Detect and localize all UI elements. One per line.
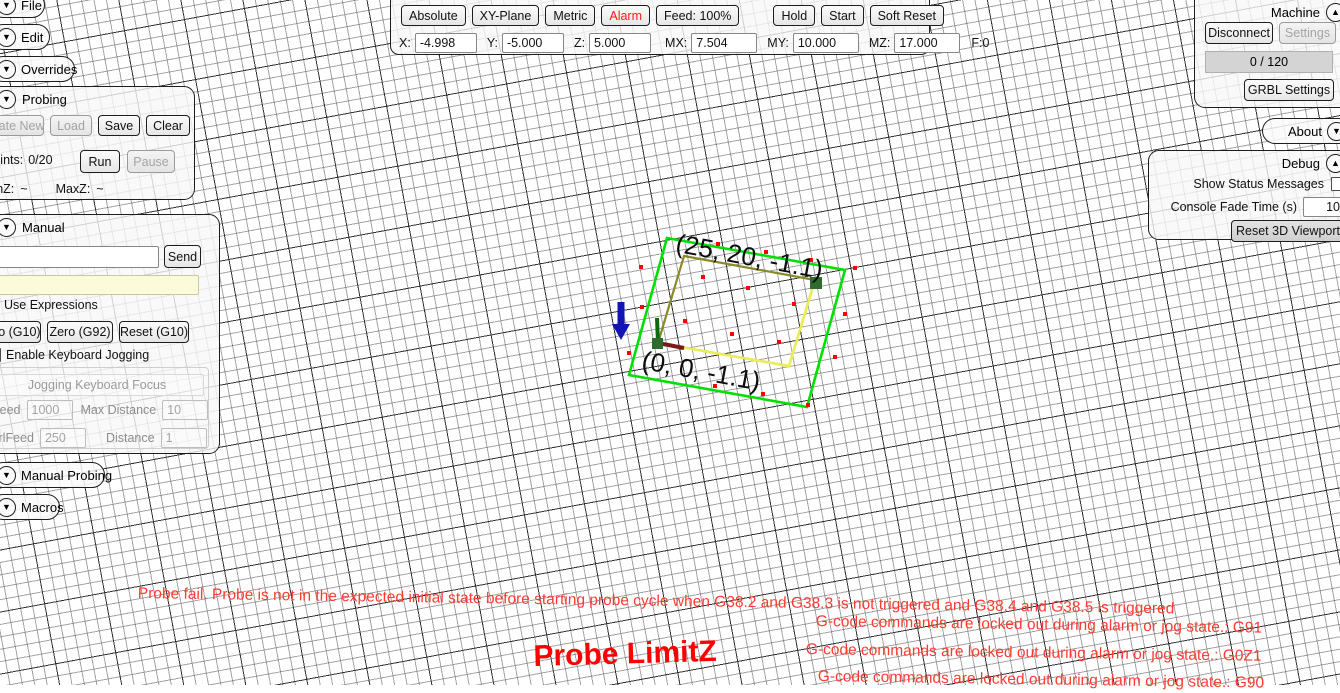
panel-header-about[interactable]: About ▼ [1262,118,1340,144]
minz-label: MinZ: [0,182,15,196]
chevron-down-icon: ▼ [0,497,16,517]
chevron-up-icon: ▲ [1326,3,1340,22]
panel-debug: Debug ▲ Show Status Messages Console Fad… [1148,150,1340,242]
panel-manual: ▼ Manual Send Use Expressions Zero (G10)… [0,214,220,454]
minz-value: ~ [20,182,28,196]
reset-g10-button[interactable]: Reset (G10) [119,321,189,343]
machine-state-toolbar: Absolute XY-Plane Metric Alarm Feed: 100… [390,0,989,55]
chevron-down-icon: ▼ [0,90,16,109]
panel-title-manual-probing: Manual Probing [21,467,113,483]
chevron-up-icon: ▲ [1326,154,1340,173]
panel-title-macros: Macros [21,499,64,515]
panel-header-probing[interactable]: ▼ Probing [0,87,194,111]
load-button[interactable]: Load [50,115,92,136]
panel-title-machine: Machine [1270,5,1320,20]
panel-probing: ▼ Probing Create New Load Save Clear Poi… [0,86,195,200]
chevron-down-icon: ▼ [0,27,16,47]
distance-input[interactable]: 1 [160,428,207,448]
coord-field-y[interactable]: -5.000 [501,33,564,53]
toolbar-button-absolute[interactable]: Absolute [401,5,466,26]
panel-header-overrides[interactable]: ▼ Overrides [0,56,78,82]
points-label: Points: [0,153,24,167]
hold-button[interactable]: Hold [773,5,816,26]
coord-label-z: Z: [573,36,586,50]
panel-header-debug[interactable]: Debug ▲ [1149,151,1340,175]
panel-title-about: About [1288,123,1322,139]
toolbar-button-metric[interactable]: Metric [545,5,596,26]
ctrlfeed-input[interactable]: 250 [39,428,86,448]
create-new-button[interactable]: Create New [0,115,45,136]
settings-button[interactable]: Settings [1279,22,1336,44]
reset-3d-viewport-button[interactable]: Reset 3D Viewport [1231,220,1340,242]
zero-g10-button[interactable]: Zero (G10) [0,321,41,343]
toolbar-button-feed-override[interactable]: Feed: 100% [656,5,740,26]
chevron-down-icon: ▼ [0,465,16,485]
disconnect-button[interactable]: Disconnect [1205,22,1273,44]
toolbar-status-alarm[interactable]: Alarm [601,5,651,26]
coord-label-mx: MX: [665,36,688,50]
panel-header-manual-probing[interactable]: ▼ Manual Probing [0,462,112,488]
save-button[interactable]: Save [98,115,140,136]
max-distance-label: Max Distance [80,403,157,417]
maxz-label: MaxZ: [55,182,91,196]
soft-reset-button[interactable]: Soft Reset [869,5,944,26]
max-distance-input[interactable]: 10 [162,400,209,420]
feedrate-readout: F:0 [971,36,990,50]
enable-keyboard-jogging-label: Enable Keyboard Jogging [6,348,150,362]
show-status-messages-label: Show Status Messages [1193,177,1324,191]
panel-header-machine[interactable]: Machine ▲ [1195,0,1340,24]
coord-label-y: Y: [486,36,498,50]
status-banner: Probe LimitZ [533,634,718,673]
feed-input[interactable]: 1000 [26,400,73,420]
panel-title-file: File [21,0,42,13]
jogging-group: Jogging Keyboard Focus Feed 1000 Max Dis… [0,367,209,449]
pause-button[interactable]: Pause [127,150,175,173]
feed-label: Feed [0,403,21,417]
panel-title-edit: Edit [21,29,44,45]
coord-label-x: X: [399,36,411,50]
ctrlfeed-label: CtrlFeed [0,431,34,445]
coord-field-mz[interactable]: 17.000 [894,33,961,53]
panel-title-manual: Manual [22,220,65,235]
chevron-down-icon: ▼ [1327,121,1340,141]
manual-command-input[interactable] [0,245,159,268]
distance-label: Distance [105,431,155,445]
maxz-value: ~ [96,182,104,196]
panel-header-file[interactable]: ▼ File [0,0,45,18]
panel-header-manual[interactable]: ▼ Manual [0,215,219,239]
panel-title-debug: Debug [1281,156,1320,171]
console-fade-time-input[interactable]: 10 [1303,197,1340,217]
points-value: 0/20 [28,153,53,167]
panel-title-overrides: Overrides [21,61,78,77]
start-button[interactable]: Start [821,5,864,26]
coord-label-mz: MZ: [868,36,891,50]
coord-field-z[interactable]: 5.000 [589,33,652,53]
show-status-messages-checkbox[interactable] [1331,177,1340,191]
console-fade-time-label: Console Fade Time (s) [1170,200,1297,214]
clear-button[interactable]: Clear [146,115,190,136]
buffer-progress-bar: 0 / 120 [1205,51,1333,73]
panel-header-macros[interactable]: ▼ Macros [0,494,64,520]
panel-title-probing: Probing [22,92,67,107]
manual-response-output [0,275,199,295]
use-expressions-label: Use Expressions [4,298,98,312]
send-button[interactable]: Send [164,245,201,268]
chevron-down-icon: ▼ [0,59,16,79]
enable-keyboard-jogging-checkbox[interactable] [0,348,1,362]
toolbar-button-xy-plane[interactable]: XY-Plane [471,5,540,26]
chevron-down-icon: ▼ [0,218,16,237]
coord-field-mx[interactable]: 7.504 [691,33,758,53]
zero-g92-button[interactable]: Zero (G92) [47,321,113,343]
panel-machine: Machine ▲ Disconnect Settings 0 / 120 GR… [1194,0,1340,108]
coord-label-my: MY: [767,36,789,50]
coord-field-x[interactable]: -4.998 [414,33,477,53]
jogging-keyboard-focus-field[interactable]: Jogging Keyboard Focus [0,374,204,396]
run-button[interactable]: Run [80,150,120,173]
coord-field-my[interactable]: 10.000 [792,33,859,53]
grbl-settings-button[interactable]: GRBL Settings [1244,79,1334,101]
panel-header-edit[interactable]: ▼ Edit [0,24,50,50]
chevron-down-icon: ▼ [0,0,16,15]
